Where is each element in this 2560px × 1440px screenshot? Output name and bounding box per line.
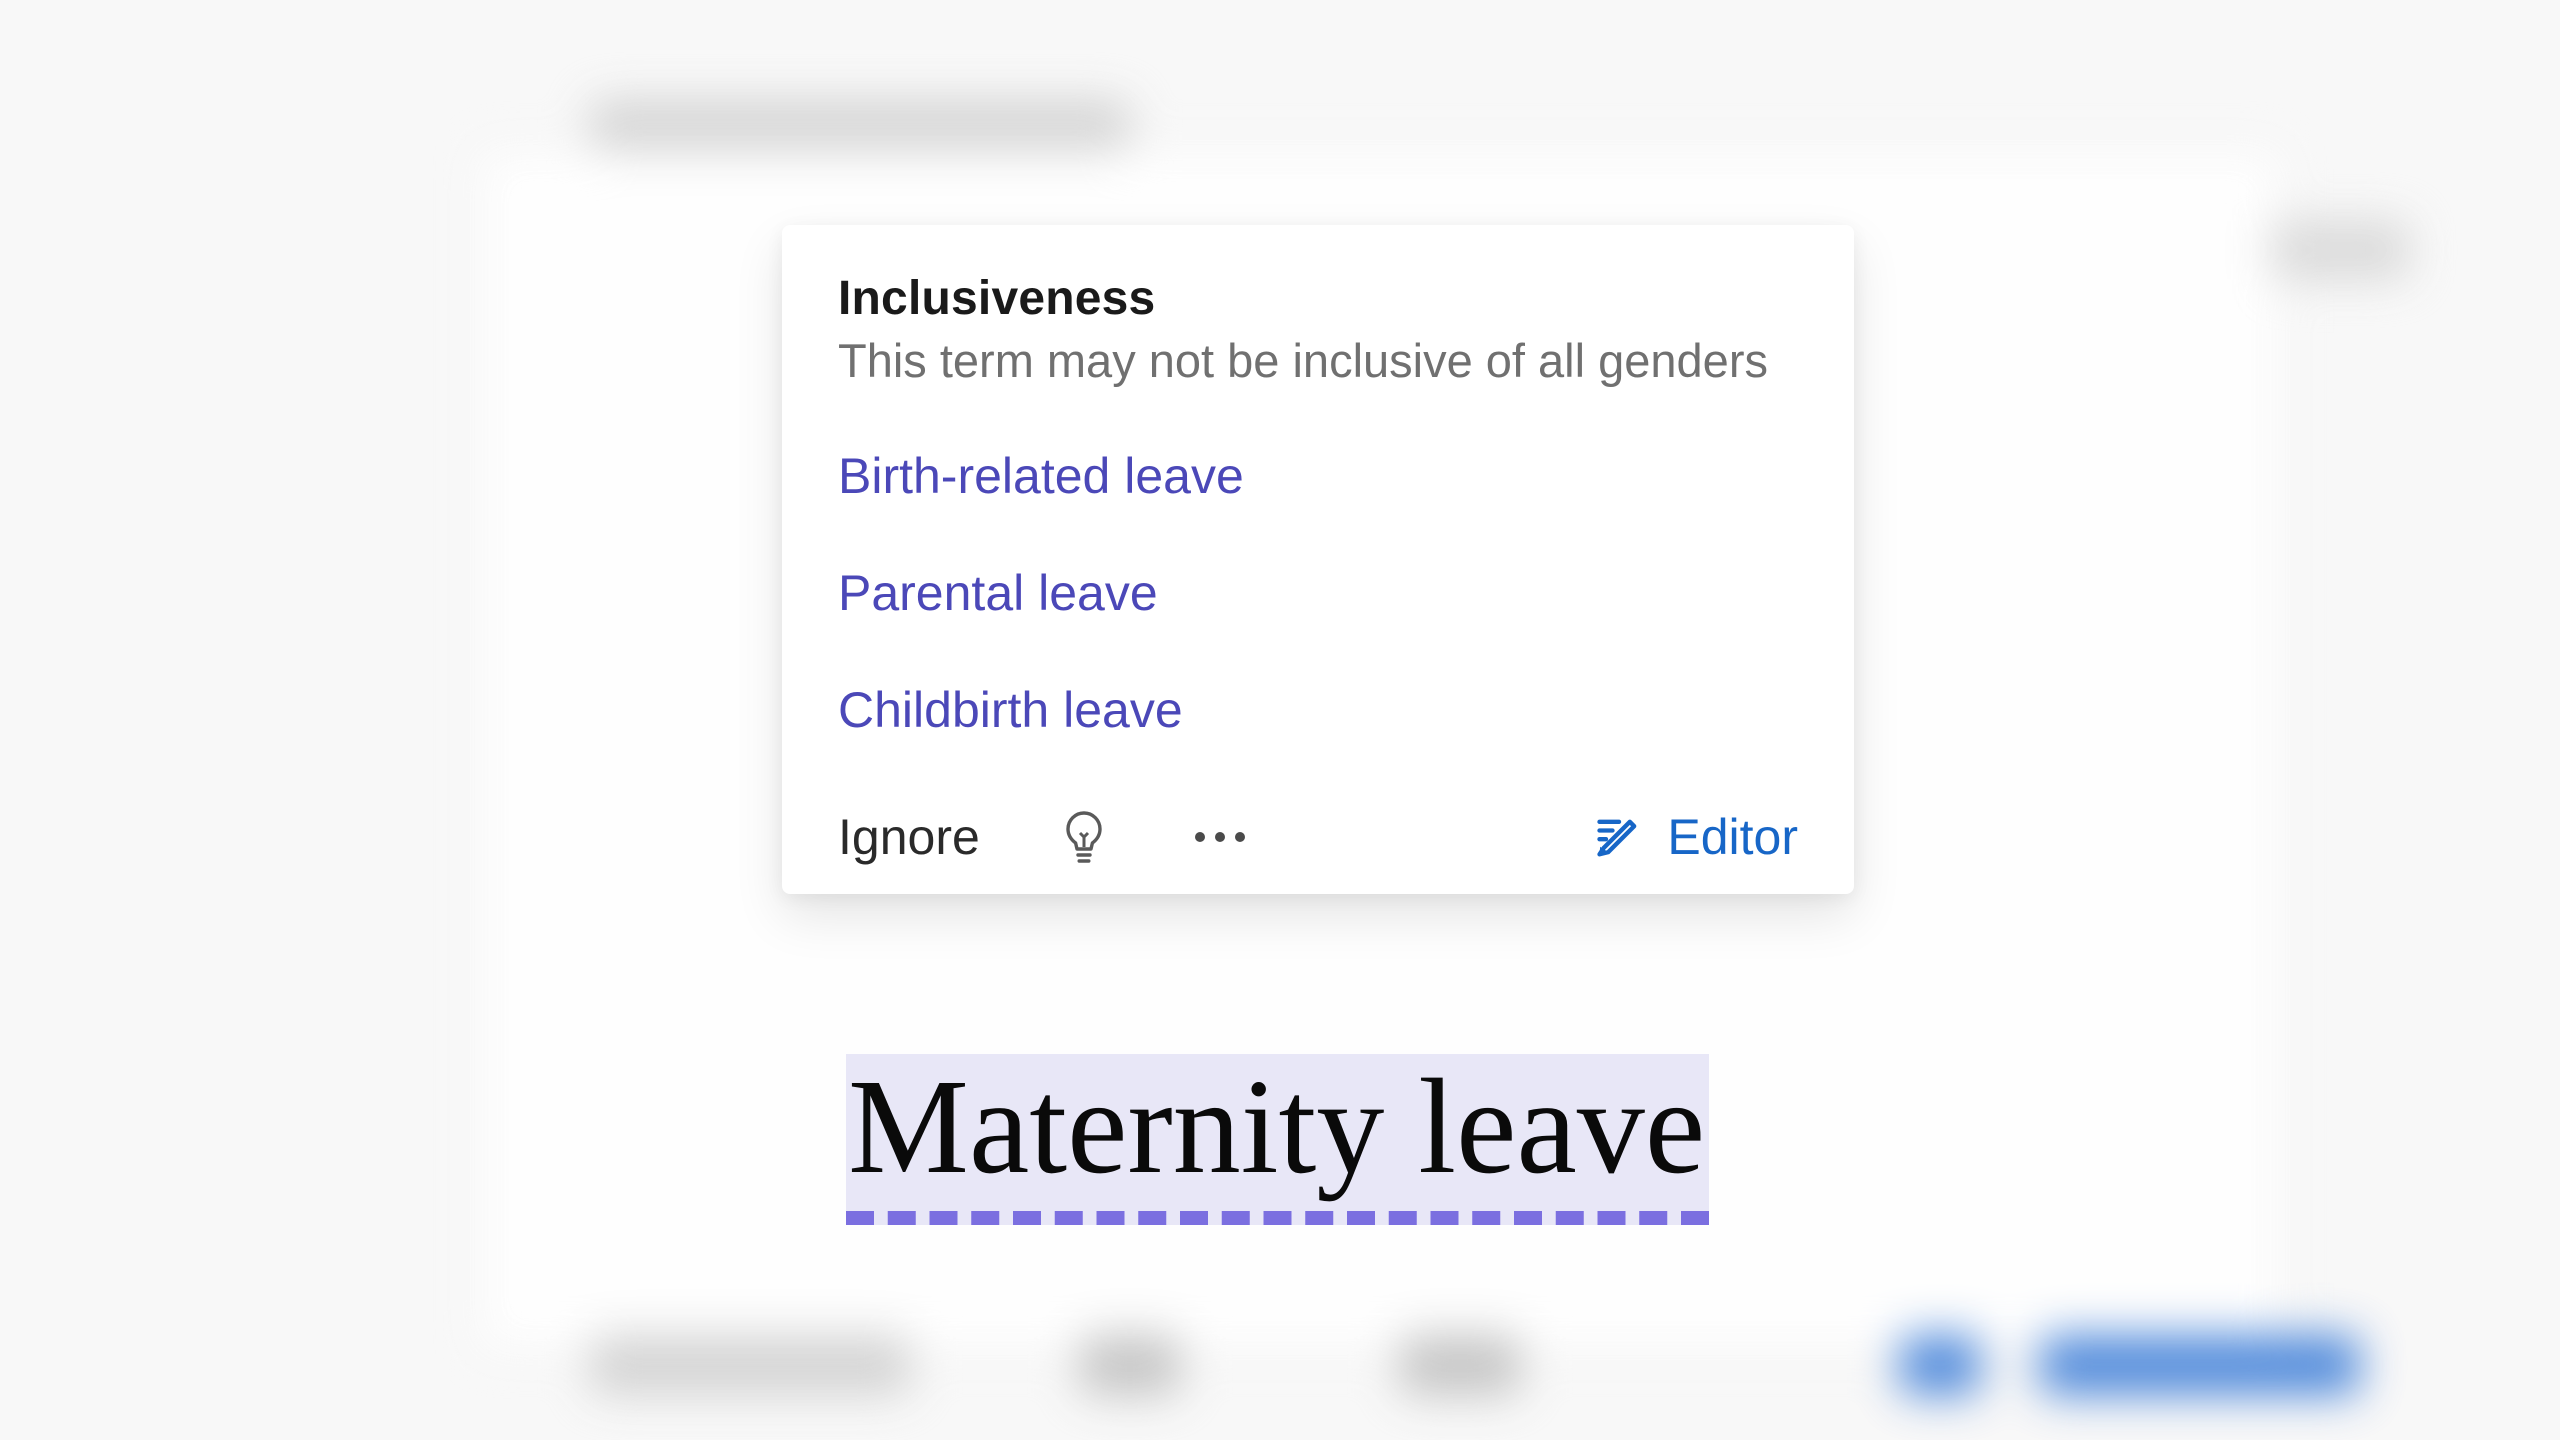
flagged-term[interactable]: Maternity leave <box>846 1054 1709 1225</box>
ignore-button[interactable]: Ignore <box>838 804 980 870</box>
editor-button[interactable]: Editor <box>1593 804 1798 870</box>
editor-button-label: Editor <box>1667 808 1798 866</box>
suggestion-item[interactable]: Birth-related leave <box>838 427 1798 526</box>
editor-suggestion-popup: Inclusiveness This term may not be inclu… <box>782 225 1854 894</box>
suggestion-description: This term may not be inclusive of all ge… <box>838 332 1798 391</box>
suggestion-item[interactable]: Childbirth leave <box>838 661 1798 760</box>
lightbulb-icon[interactable] <box>1052 805 1116 869</box>
popup-footer: Ignore <box>838 788 1798 870</box>
suggestion-list: Birth-related leave Parental leave Child… <box>838 427 1798 778</box>
suggestion-category-title: Inclusiveness <box>838 271 1798 326</box>
editor-pen-icon <box>1593 811 1645 863</box>
more-options-icon[interactable] <box>1188 805 1252 869</box>
suggestion-item[interactable]: Parental leave <box>838 544 1798 643</box>
